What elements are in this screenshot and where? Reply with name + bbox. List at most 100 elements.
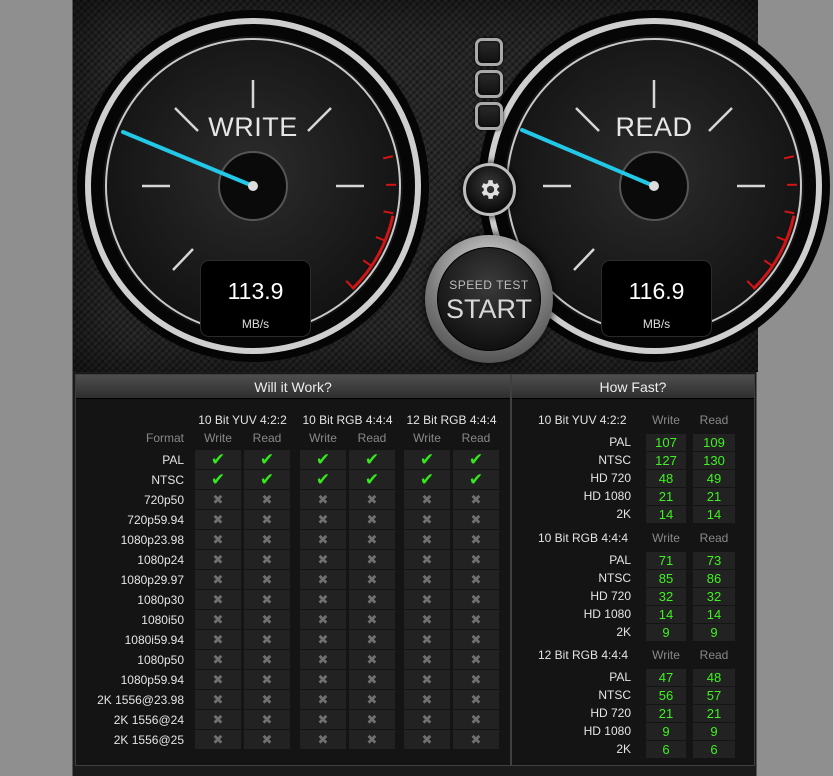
speed-row-label: HD 1080: [583, 607, 631, 621]
start-button[interactable]: SPEED TEST START: [425, 235, 553, 363]
cross-icon: ✖: [261, 532, 273, 547]
start-button-caption: SPEED TEST: [449, 278, 529, 292]
cross-icon: ✖: [212, 592, 224, 607]
speed-group-header: 10 Bit RGB 4:4:4: [538, 531, 629, 545]
cross-icon: ✖: [317, 632, 329, 647]
write-column-header: Write: [309, 431, 337, 445]
speed-read-header: Read: [699, 648, 729, 662]
square-button-1[interactable]: [475, 38, 503, 66]
read-readout: 116.9 MB/s: [601, 260, 712, 337]
cross-icon: ✖: [212, 732, 224, 747]
check-icon: ✔: [259, 450, 275, 469]
cross-icon: ✖: [470, 632, 482, 647]
cross-icon: ✖: [421, 552, 433, 567]
write-speed-cell: 32: [646, 588, 686, 605]
cross-icon: ✖: [212, 632, 224, 647]
cross-icon: ✖: [366, 532, 378, 547]
speed-row-label: NTSC: [598, 453, 631, 467]
cross-icon: ✖: [261, 512, 273, 527]
cross-icon: ✖: [421, 512, 433, 527]
speed-write-header: Write: [652, 648, 680, 662]
will-it-work-panel: Will it Work? 10 Bit YUV 4:2:2 Write Read 1…: [75, 374, 511, 766]
cross-icon: ✖: [470, 512, 482, 527]
cross-icon: ✖: [470, 592, 482, 607]
group-header: 12 Bit RGB 4:4:4: [406, 413, 497, 427]
check-icon: ✔: [210, 470, 226, 489]
cross-icon: ✖: [366, 672, 378, 687]
how-fast-title: How Fast?: [512, 375, 754, 399]
speed-row-label: PAL: [609, 435, 631, 449]
cross-icon: ✖: [366, 512, 378, 527]
read-speed-cell: 6: [693, 741, 735, 758]
cross-icon: ✖: [261, 552, 273, 567]
cross-icon: ✖: [261, 492, 273, 507]
how-fast-panel: How Fast? 10 Bit YUV 4:2:2 Write Read PAL 10…: [511, 374, 755, 766]
write-speed-value: 113.9: [227, 278, 284, 304]
square-button-3[interactable]: [475, 102, 503, 130]
check-icon: ✔: [419, 470, 435, 489]
cross-icon: ✖: [421, 492, 433, 507]
cross-icon: ✖: [421, 572, 433, 587]
read-speed-cell: 48: [693, 669, 735, 686]
read-speed-cell: 130: [693, 452, 735, 469]
speed-row-label: NTSC: [598, 688, 631, 702]
cross-icon: ✖: [212, 572, 224, 587]
square-button-2[interactable]: [475, 70, 503, 98]
cross-icon: ✖: [212, 512, 224, 527]
write-gauge: WRITE 113.9 MB/s: [75, 8, 431, 364]
check-icon: ✔: [468, 450, 484, 469]
cross-icon: ✖: [421, 672, 433, 687]
speed-row-label: HD 720: [590, 706, 631, 720]
check-icon: ✔: [315, 470, 331, 489]
read-speed-value: 116.9: [628, 278, 685, 304]
cross-icon: ✖: [212, 612, 224, 627]
cross-icon: ✖: [470, 552, 482, 567]
write-speed-cell: 48: [646, 470, 686, 487]
write-speed-cell: 21: [646, 488, 686, 505]
write-speed-cell: 127: [646, 452, 686, 469]
cross-icon: ✖: [212, 692, 224, 707]
cross-icon: ✖: [470, 672, 482, 687]
cross-icon: ✖: [366, 712, 378, 727]
cross-icon: ✖: [261, 592, 273, 607]
write-speed-cell: 47: [646, 669, 686, 686]
format-row-label: 1080p29.97: [120, 573, 184, 587]
speed-row-label: NTSC: [598, 571, 631, 585]
cross-icon: ✖: [317, 732, 329, 747]
write-speed-cell: 56: [646, 687, 686, 704]
format-row-label: 2K 1556@23.98: [97, 693, 184, 707]
write-column-header: Write: [413, 431, 441, 445]
read-speed-cell: 21: [693, 705, 735, 722]
speed-row-label: HD 1080: [583, 724, 631, 738]
format-row-label: 1080i59.94: [124, 633, 184, 647]
cross-icon: ✖: [470, 492, 482, 507]
write-gauge-title: WRITE: [208, 112, 298, 142]
settings-button[interactable]: [463, 163, 516, 216]
cross-icon: ✖: [261, 732, 273, 747]
cross-icon: ✖: [212, 672, 224, 687]
check-icon: ✔: [259, 470, 275, 489]
cross-icon: ✖: [470, 532, 482, 547]
write-speed-cell: 9: [646, 624, 686, 641]
write-speed-cell: 85: [646, 570, 686, 587]
speed-row-label: PAL: [609, 553, 631, 567]
read-speed-cell: 9: [693, 723, 735, 740]
cross-icon: ✖: [470, 572, 482, 587]
speed-group-header: 10 Bit YUV 4:2:2: [538, 413, 627, 427]
cross-icon: ✖: [317, 572, 329, 587]
format-row-label: 1080p24: [137, 553, 184, 567]
cross-icon: ✖: [317, 492, 329, 507]
cross-icon: ✖: [366, 652, 378, 667]
cross-icon: ✖: [261, 632, 273, 647]
write-speed-unit: MB/s: [241, 317, 270, 331]
gear-icon: [481, 180, 500, 199]
cross-icon: ✖: [317, 612, 329, 627]
cross-icon: ✖: [470, 712, 482, 727]
speed-test-window: WRITE 113.9 MB/s READ 116.9 MB/s SPEED T…: [72, 0, 830, 776]
speed-row-label: HD 1080: [583, 489, 631, 503]
format-row-label: 1080p23.98: [120, 533, 184, 547]
cross-icon: ✖: [421, 592, 433, 607]
speed-row-label: 2K: [616, 742, 631, 756]
read-speed-cell: 49: [693, 470, 735, 487]
cross-icon: ✖: [470, 652, 482, 667]
